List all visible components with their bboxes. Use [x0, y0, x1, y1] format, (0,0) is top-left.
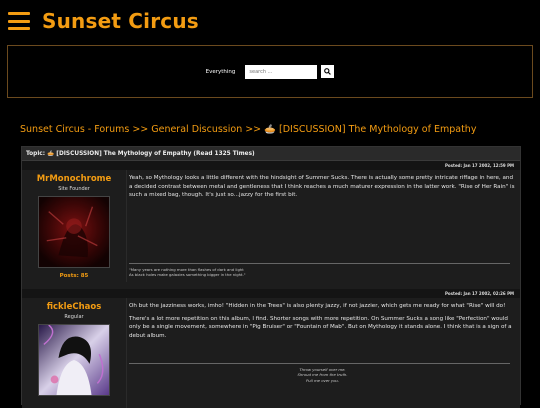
topic-title: Topic: 🥧 [DISCUSSION] The Mythology of E… [22, 147, 520, 161]
post-count: Posts: 85 [59, 273, 89, 279]
pie-icon: 🥧 [264, 124, 279, 135]
search-input[interactable] [245, 64, 318, 79]
post-paragraph: Oh but the jazziness works, imho! "Hidde… [129, 303, 506, 309]
search-panel: Everything [7, 45, 533, 98]
signature-line: As black holes make galaxies something b… [129, 271, 246, 277]
site-title[interactable]: Sunset Circus [42, 9, 199, 33]
post-author: fickleChaos Regular [22, 298, 126, 408]
post-date: Posted: Jan 17 2002, 12:59 PM [22, 161, 520, 170]
breadcrumb-forums[interactable]: Sunset Circus - Forums [20, 124, 129, 135]
topic-panel: Topic: 🥧 [DISCUSSION] The Mythology of E… [21, 146, 521, 408]
post-paragraph: Yeah, so Mythology looks a little differ… [129, 175, 515, 198]
post-body: Yeah, so Mythology looks a little differ… [126, 170, 520, 282]
avatar[interactable] [38, 324, 110, 396]
site-header: Sunset Circus [0, 0, 540, 42]
breadcrumb-general-discussion[interactable]: General Discussion [151, 124, 242, 135]
breadcrumb: Sunset Circus - Forums >> General Discussi… [20, 124, 476, 135]
signature: Throw yourself over me. Shroud me from t… [129, 364, 516, 383]
post: MrMonochrome Site Founder Posts: 85 Yeah… [22, 170, 520, 282]
author-name[interactable]: MrMonochrome [37, 174, 112, 184]
avatar[interactable] [38, 196, 110, 268]
post-author: MrMonochrome Site Founder Posts: 85 [22, 170, 126, 282]
post: fickleChaos Regular Oh but the jazziness [22, 298, 520, 408]
post-date: Posted: Jan 17 2002, 02:26 PM [22, 289, 520, 298]
search-button[interactable] [321, 65, 335, 78]
post-paragraph: There's a lot more repetition on this al… [129, 315, 512, 339]
breadcrumb-topic[interactable]: [DISCUSSION] The Mythology of Empathy [279, 124, 476, 135]
author-rank: Regular [64, 314, 84, 320]
author-name[interactable]: fickleChaos [47, 302, 102, 312]
breadcrumb-separator: >> [132, 124, 149, 135]
breadcrumb-separator: >> [245, 124, 262, 135]
signature: "Many years are nothing more than flashe… [129, 264, 516, 278]
signature-line: Pull me over you. [305, 377, 340, 383]
author-rank: Site Founder [58, 186, 90, 192]
search-icon [324, 68, 332, 75]
menu-icon[interactable] [8, 12, 30, 30]
post-body: Oh but the jazziness works, imho! "Hidde… [126, 298, 520, 408]
search-scope[interactable]: Everything [206, 69, 236, 75]
